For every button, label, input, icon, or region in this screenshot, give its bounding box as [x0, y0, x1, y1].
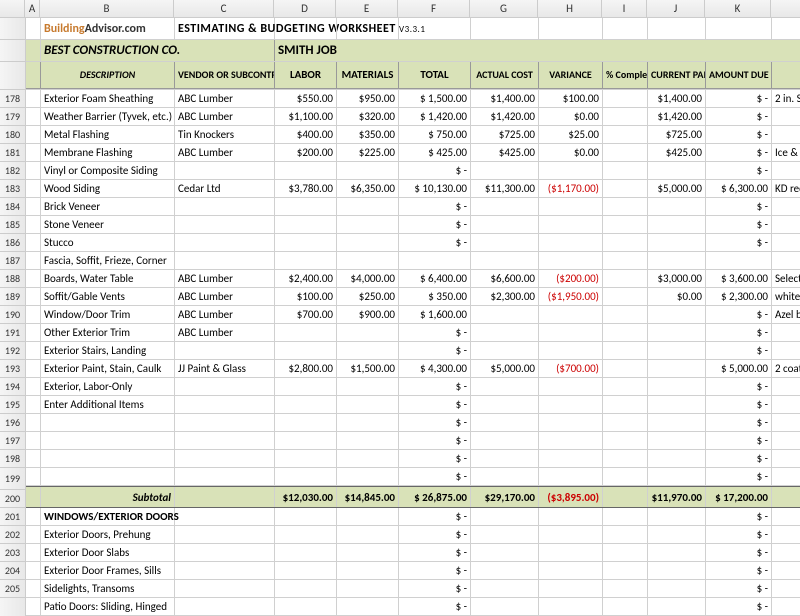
- table-row[interactable]: $ - $ -: [26, 432, 800, 450]
- table-row[interactable]: Metal Flashing Tin Knockers $400.00 $350…: [26, 126, 800, 144]
- table-row[interactable]: Vinyl or Composite Siding $ - $ -: [26, 162, 800, 180]
- column-headers: A B C D E F G H I J K: [0, 0, 800, 18]
- table-row[interactable]: Enter Additional Items $ - $ -: [26, 396, 800, 414]
- table-row[interactable]: Exterior Doors, Prehung $ - $ -: [26, 526, 800, 544]
- brand-row: BuildingAdvisor.com ESTIMATING & BUDGETI…: [26, 18, 800, 40]
- table-row[interactable]: Stone Veneer $ - $ -: [26, 216, 800, 234]
- table-row[interactable]: Exterior Paint, Stain, Caulk JJ Paint & …: [26, 360, 800, 378]
- table-row[interactable]: Brick Veneer $ - $ -: [26, 198, 800, 216]
- table-row[interactable]: $ - $ -: [26, 468, 800, 486]
- spreadsheet-grid[interactable]: BuildingAdvisor.com ESTIMATING & BUDGETI…: [26, 18, 800, 616]
- table-row[interactable]: Exterior, Labor-Only $ - $ -: [26, 378, 800, 396]
- table-row[interactable]: Exterior Stairs, Landing $ - $ -: [26, 342, 800, 360]
- table-row[interactable]: Membrane Flashing ABC Lumber $200.00 $22…: [26, 144, 800, 162]
- table-row[interactable]: Soffit/Gable Vents ABC Lumber $100.00 $2…: [26, 288, 800, 306]
- table-row[interactable]: Exterior Door Frames, Sills $ - $ -: [26, 562, 800, 580]
- row-numbers: 1781791801811821831841851861871881891901…: [0, 18, 26, 616]
- table-row[interactable]: $ - $ -: [26, 414, 800, 432]
- header-row: DESCRIPTION VENDOR OR SUBCONTRACTOR LABO…: [26, 62, 800, 90]
- table-row[interactable]: Exterior Foam Sheathing ABC Lumber $550.…: [26, 90, 800, 108]
- table-row[interactable]: Stucco $ - $ -: [26, 234, 800, 252]
- table-row[interactable]: Sidelights, Transoms $ - $ -: [26, 580, 800, 598]
- table-row[interactable]: Fascia, Soffit, Frieze, Corner: [26, 252, 800, 270]
- table-row[interactable]: Weather Barrier (Tyvek, etc.) ABC Lumber…: [26, 108, 800, 126]
- subtotal-row: Subtotal $12,030.00 $14,845.00 $ 26,875.…: [26, 486, 800, 508]
- table-row[interactable]: Wood Siding Cedar Ltd $3,780.00 $6,350.0…: [26, 180, 800, 198]
- section-header-row: WINDOWS/EXTERIOR DOORS $ - $ -: [26, 508, 800, 526]
- table-row[interactable]: Patio Doors: Sliding, Hinged $ - $ -: [26, 598, 800, 616]
- table-row[interactable]: Exterior Door Slabs $ - $ -: [26, 544, 800, 562]
- company-row: BEST CONSTRUCTION CO. SMITH JOB: [26, 40, 800, 62]
- table-row[interactable]: Boards, Water Table ABC Lumber$2,400.00$…: [26, 270, 800, 288]
- table-row[interactable]: Other Exterior Trim ABC Lumber $ - $ -: [26, 324, 800, 342]
- table-row[interactable]: Window/Door Trim ABC Lumber $700.00 $900…: [26, 306, 800, 324]
- table-row[interactable]: $ - $ -: [26, 450, 800, 468]
